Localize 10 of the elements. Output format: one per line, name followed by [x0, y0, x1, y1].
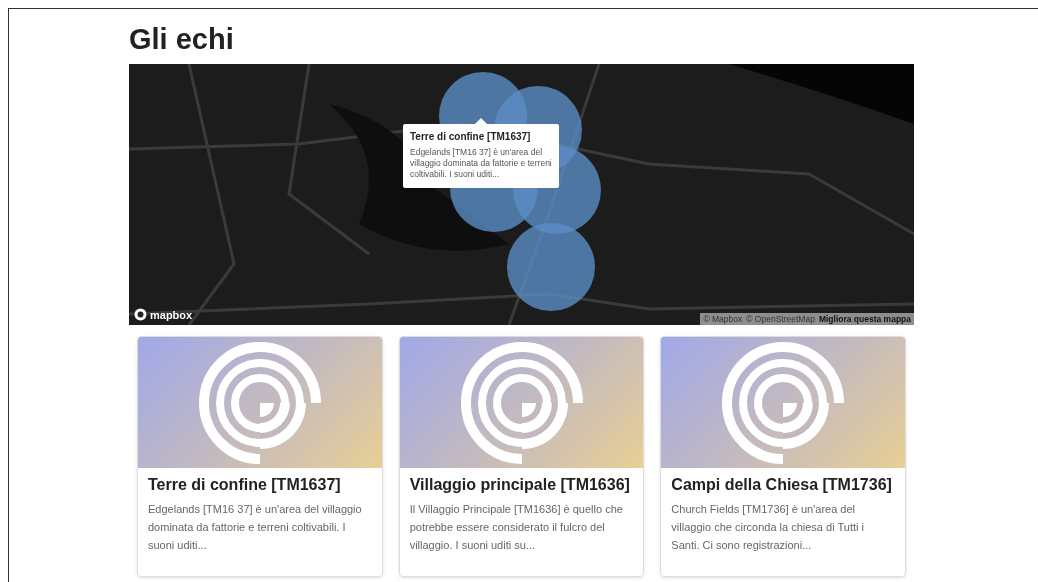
card-title: Villaggio principale [TM1636]	[409, 476, 631, 494]
page-title: Gli echi	[129, 22, 235, 57]
card-description: Church Fields [TM1736] è un'area del villaggio che circonda la chiesa di Tutti i Santi. Ci sono registrazioni...	[671, 502, 865, 553]
card-description: Il Villaggio Principale [TM1636] è quello che potrebbe essere considerato il fulcro del villaggio. I suoni uditi su...	[409, 502, 624, 553]
card-description: Edgelands [TM16 37] è un'area del villaggio dominata da fattorie e terreni coltivabili. I suoni uditi...	[148, 502, 363, 553]
mapbox-logo-text: mapbox	[150, 308, 193, 321]
card-title: Campi della Chiesa [TM1736]	[671, 476, 893, 494]
card-title: Terre di confine [TM1637]	[148, 476, 342, 494]
popup-text: Edgelands [TM16 37] è un'area del villaggio dominata da fattorie e terreni coltivabili. I suoni uditi...	[410, 147, 552, 180]
popup-title: Terre di confine [TM1637]	[410, 131, 532, 142]
